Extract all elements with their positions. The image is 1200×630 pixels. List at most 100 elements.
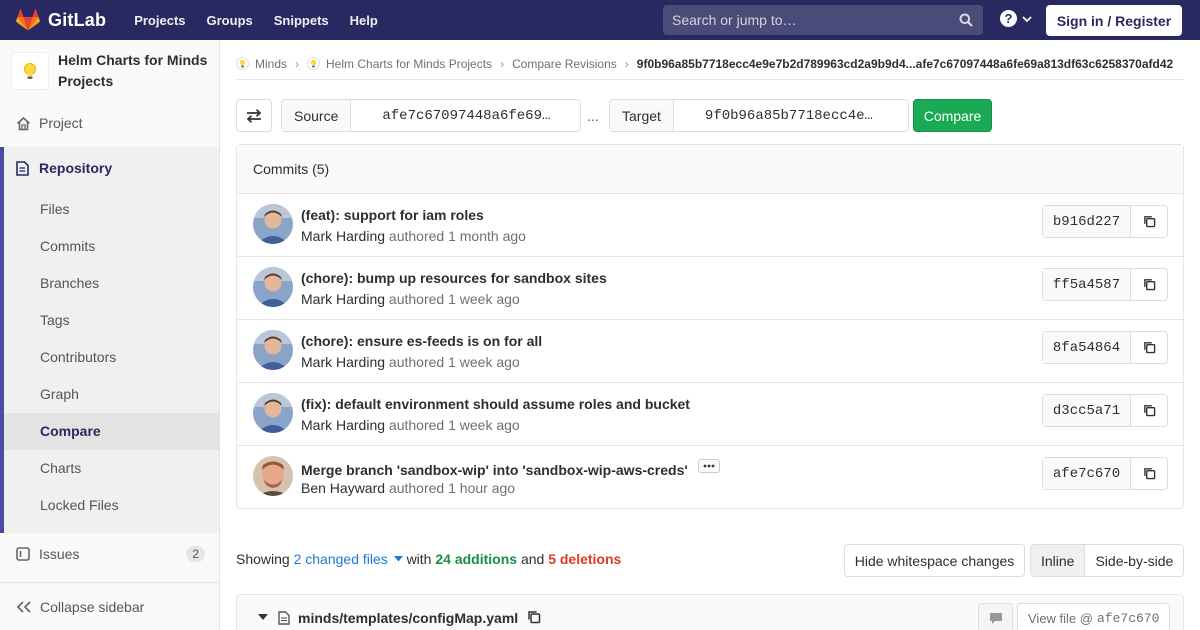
- sidebar-item-label: Issues: [39, 546, 80, 562]
- commit-row: (fix): default environment should assume…: [237, 383, 1183, 446]
- authored-label: authored: [388, 354, 445, 370]
- gitlab-logo[interactable]: GitLab: [16, 0, 106, 40]
- breadcrumb-current[interactable]: 9f0b96a85b7718ecc4e9e7b2d789963cd2a9b9d4…: [637, 57, 1173, 71]
- toggle-comments-button[interactable]: [978, 603, 1013, 630]
- sidebar-repository-section: Repository Files Commits Branches Tags C…: [0, 147, 219, 533]
- avatar[interactable]: [253, 456, 293, 496]
- commit-title[interactable]: (feat): support for iam roles: [301, 207, 484, 223]
- commit-title[interactable]: Merge branch 'sandbox-wip' into 'sandbox…: [301, 459, 720, 478]
- commit-title[interactable]: (chore): ensure es-feeds is on for all: [301, 333, 542, 349]
- sidebar-subitem-compare[interactable]: Compare: [4, 413, 219, 450]
- sidebar-project-header[interactable]: Helm Charts for Minds Projects: [0, 40, 219, 106]
- commit-author[interactable]: Mark Harding: [301, 354, 385, 370]
- sidebar-subitem-label: Files: [40, 201, 70, 217]
- sidebar-subitem-contributors[interactable]: Contributors: [4, 339, 219, 376]
- commit-sha-button[interactable]: afe7c670: [1043, 458, 1131, 489]
- breadcrumb-label: Helm Charts for Minds Projects: [326, 56, 493, 71]
- nav-groups[interactable]: Groups: [207, 13, 253, 28]
- issues-icon: [16, 547, 30, 561]
- swap-revisions-button[interactable]: [236, 99, 272, 132]
- sidebar-subitem-charts[interactable]: Charts: [4, 450, 219, 487]
- target-revision-dropdown[interactable]: 9f0b96a85b7718ecc4e…: [673, 100, 908, 131]
- copy-sha-button[interactable]: [1131, 332, 1167, 363]
- project-sidebar: Helm Charts for Minds Projects Project R…: [0, 40, 220, 630]
- commit-title-text: (fix): default environment should assume…: [301, 396, 690, 412]
- sidebar-subitem-label: Branches: [40, 275, 100, 291]
- caret-down-icon: [393, 556, 403, 562]
- breadcrumb-group[interactable]: Minds: [236, 57, 287, 71]
- caret-down-icon[interactable]: [258, 614, 268, 620]
- changed-files-dropdown[interactable]: 2 changed files: [294, 551, 407, 567]
- copy-sha-button[interactable]: [1131, 206, 1167, 237]
- commit-title-text: (feat): support for iam roles: [301, 207, 484, 223]
- commit-author[interactable]: Ben Hayward: [301, 480, 385, 496]
- avatar[interactable]: [253, 330, 293, 370]
- collapse-sidebar-button[interactable]: Collapse sidebar: [0, 582, 219, 630]
- project-avatar: [11, 52, 49, 90]
- copy-icon[interactable]: [527, 610, 541, 624]
- commit-sha-button[interactable]: ff5a4587: [1043, 269, 1131, 300]
- avatar[interactable]: [253, 204, 293, 244]
- sign-in-button[interactable]: Sign in / Register: [1046, 5, 1182, 36]
- chevron-right-icon: ›: [624, 56, 629, 71]
- gitlab-tanuki-icon: [16, 9, 40, 31]
- sidebar-subitem-tags[interactable]: Tags: [4, 302, 219, 339]
- commit-author[interactable]: Mark Harding: [301, 417, 385, 433]
- nav-help[interactable]: Help: [350, 13, 378, 28]
- source-revision-group: Source afe7c67097448a6fe69…: [281, 99, 581, 132]
- sidebar-item-repository[interactable]: Repository: [0, 149, 219, 189]
- commit-title[interactable]: (chore): bump up resources for sandbox s…: [301, 270, 607, 286]
- sidebar-subitem-locked-files[interactable]: Locked Files: [4, 487, 219, 524]
- sidebar-subitem-label: Compare: [40, 423, 101, 439]
- copy-sha-button[interactable]: [1131, 458, 1167, 489]
- commit-row: Merge branch 'sandbox-wip' into 'sandbox…: [237, 446, 1183, 509]
- help-dropdown[interactable]: ?: [1000, 10, 1032, 27]
- compare-button[interactable]: Compare: [913, 99, 992, 132]
- file-icon: [278, 611, 290, 625]
- sidebar-item-issues[interactable]: Issues 2: [0, 535, 219, 575]
- sidebar-subitem-commits[interactable]: Commits: [4, 228, 219, 265]
- target-revision-group: Target 9f0b96a85b7718ecc4e…: [609, 99, 909, 132]
- search-input[interactable]: [672, 12, 942, 28]
- sidebar-subitem-branches[interactable]: Branches: [4, 265, 219, 302]
- nav-projects[interactable]: Projects: [134, 13, 185, 28]
- hide-whitespace-button[interactable]: Hide whitespace changes: [844, 544, 1025, 577]
- view-file-button[interactable]: View file @ afe7c670: [1017, 603, 1171, 630]
- sidebar-subitem-files[interactable]: Files: [4, 191, 219, 228]
- avatar[interactable]: [253, 393, 293, 433]
- group-avatar-icon: [236, 57, 249, 70]
- breadcrumb-project[interactable]: Helm Charts for Minds Projects: [307, 57, 492, 71]
- file-name[interactable]: minds/templates/configMap.yaml: [298, 610, 518, 626]
- commit-time: 1 week ago: [448, 417, 520, 433]
- sidebar-subitem-label: Graph: [40, 386, 79, 402]
- avatar[interactable]: [253, 267, 293, 307]
- copy-sha-button[interactable]: [1131, 269, 1167, 300]
- side-by-side-view-button[interactable]: Side-by-side: [1085, 545, 1184, 576]
- commit-row: (chore): bump up resources for sandbox s…: [237, 257, 1183, 320]
- commit-author[interactable]: Mark Harding: [301, 291, 385, 307]
- commit-sha-button[interactable]: 8fa54864: [1043, 332, 1131, 363]
- double-chevron-left-icon: [16, 601, 31, 613]
- sidebar-item-project[interactable]: Project: [0, 104, 219, 144]
- changed-files-label: 2 changed files: [293, 551, 388, 567]
- toggle-description-button[interactable]: [697, 459, 720, 473]
- commit-meta: Mark Harding authored 1 month ago: [301, 228, 526, 244]
- copy-sha-button[interactable]: [1131, 395, 1167, 426]
- commit-title-text: (chore): bump up resources for sandbox s…: [301, 270, 607, 286]
- breadcrumb-label: Compare Revisions: [512, 56, 617, 71]
- commit-title-text: Merge branch 'sandbox-wip' into 'sandbox…: [301, 462, 688, 478]
- commit-sha-button[interactable]: d3cc5a71: [1043, 395, 1131, 426]
- sidebar-subitem-graph[interactable]: Graph: [4, 376, 219, 413]
- copy-icon: [1143, 216, 1155, 228]
- inline-view-button[interactable]: Inline: [1031, 545, 1086, 576]
- project-name: Helm Charts for Minds Projects: [58, 52, 208, 89]
- lightbulb-icon: [24, 63, 36, 79]
- nav-snippets[interactable]: Snippets: [274, 13, 329, 28]
- source-revision-dropdown[interactable]: afe7c67097448a6fe69…: [351, 100, 580, 131]
- commit-time: 1 week ago: [448, 354, 520, 370]
- commit-sha-button[interactable]: b916d227: [1043, 206, 1131, 237]
- commit-author[interactable]: Mark Harding: [301, 228, 385, 244]
- sidebar-subitem-label: Locked Files: [40, 497, 119, 513]
- commit-title[interactable]: (fix): default environment should assume…: [301, 396, 690, 412]
- breadcrumb-compare[interactable]: Compare Revisions: [512, 57, 617, 71]
